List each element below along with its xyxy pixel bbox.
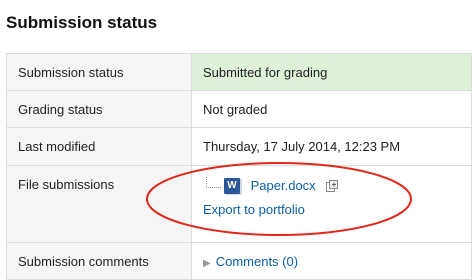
- tree-connector: [206, 177, 221, 188]
- last-modified-value: Thursday, 17 July 2014, 12:23 PM: [191, 127, 472, 166]
- file-tree-item: W Paper.docx: [203, 177, 460, 197]
- submission-status-table: Submission status Submitted for grading …: [6, 53, 472, 280]
- row-label: File submissions: [6, 165, 192, 243]
- table-row: File submissions W Paper.docx Export to …: [6, 165, 472, 243]
- word-document-icon: W: [224, 177, 240, 194]
- section-title: Submission status: [6, 13, 158, 32]
- submission-status-value: Submitted for grading: [191, 53, 472, 91]
- row-label: Submission comments: [6, 242, 192, 280]
- comments-toggle-link[interactable]: Comments (0): [216, 254, 298, 269]
- export-to-portfolio-link[interactable]: Export to portfolio: [203, 202, 460, 217]
- row-label: Submission status: [6, 53, 192, 91]
- submission-comments-cell: ▶ Comments (0): [191, 242, 472, 280]
- table-row: Submission status Submitted for grading: [6, 53, 472, 91]
- table-row: Grading status Not graded: [6, 90, 472, 128]
- add-to-portfolio-icon[interactable]: [326, 179, 339, 192]
- grading-status-value: Not graded: [191, 90, 472, 128]
- row-label: Last modified: [6, 127, 192, 166]
- file-link[interactable]: Paper.docx: [251, 178, 316, 193]
- table-row: Submission comments ▶ Comments (0): [6, 242, 472, 280]
- row-label: Grading status: [6, 90, 192, 128]
- file-submissions-cell: W Paper.docx Export to portfolio: [191, 165, 472, 243]
- triangle-right-icon[interactable]: ▶: [203, 258, 211, 269]
- table-row: Last modified Thursday, 17 July 2014, 12…: [6, 127, 472, 166]
